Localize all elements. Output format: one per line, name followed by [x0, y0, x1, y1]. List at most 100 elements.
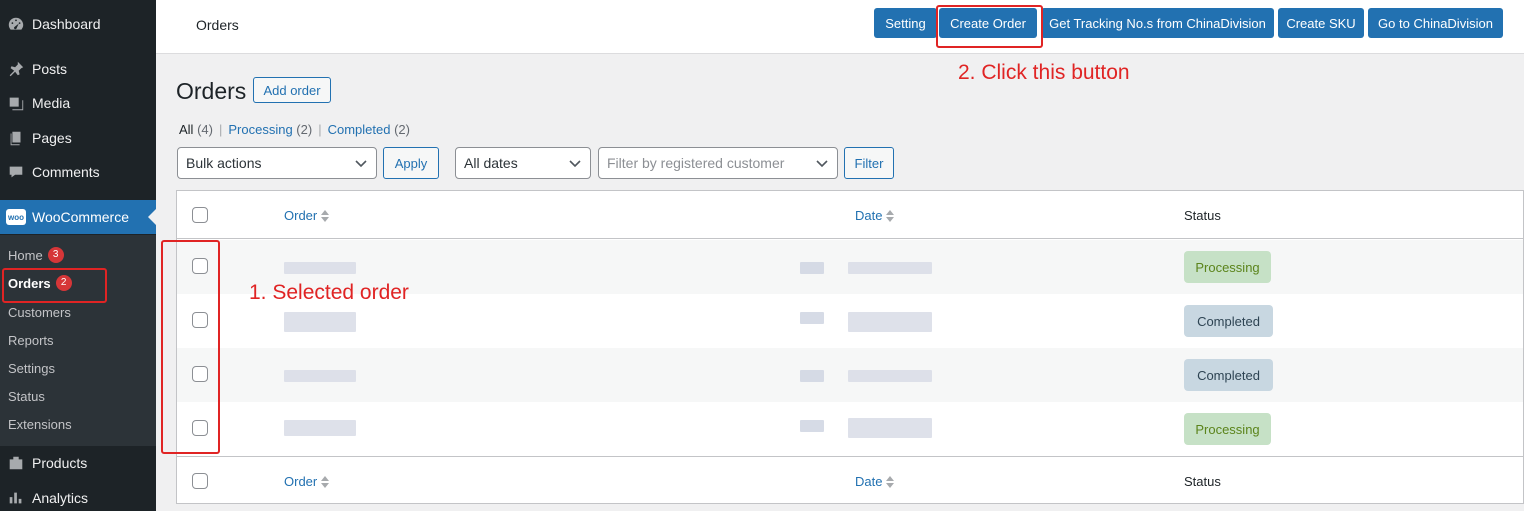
column-status-footer: Status [1184, 474, 1221, 489]
submenu-item-home[interactable]: Home 3 [8, 245, 64, 265]
status-badge: Completed [1184, 305, 1273, 337]
woo-icon: woo [6, 209, 26, 225]
redacted-date [848, 418, 932, 438]
column-label: Date [855, 474, 883, 489]
sidebar-item-label: WooCommerce [32, 209, 129, 225]
orders-menu-highlight-box [2, 268, 107, 303]
view-completed-link[interactable]: Completed (2) [328, 122, 410, 137]
comment-icon [6, 162, 26, 182]
column-label: Date [855, 208, 883, 223]
view-label: Completed [327, 122, 391, 137]
submenu-label: Home [8, 247, 43, 263]
status-badge: Processing [1184, 251, 1271, 283]
admin-sidebar: Dashboard Posts Media Pages Comments woo… [0, 0, 156, 511]
pin-icon [6, 59, 26, 79]
sidebar-item-dashboard[interactable]: Dashboard [0, 7, 156, 41]
sidebar-item-label: Comments [32, 164, 100, 180]
column-label: Order [284, 208, 318, 223]
redacted-order-number [284, 312, 356, 332]
redacted-order-number [284, 262, 356, 274]
filter-button[interactable]: Filter [844, 147, 894, 179]
sidebar-item-label: Products [32, 455, 88, 471]
table-footer: Order Date Status [177, 456, 1523, 505]
sidebar-item-label: Pages [32, 130, 72, 146]
sidebar-item-label: Dashboard [32, 16, 101, 32]
customer-filter-select[interactable]: Filter by registered customer [598, 147, 838, 179]
create-order-highlight-box [936, 5, 1043, 48]
woocommerce-submenu: Home 3 Orders 2 Customers Reports Settin… [0, 235, 156, 446]
redacted-preview [800, 312, 824, 324]
submenu-item-status[interactable]: Status [8, 386, 45, 406]
view-count: (2) [296, 122, 313, 137]
click-instruction-annotation: 2. Click this button [958, 61, 1130, 84]
sidebar-item-pages[interactable]: Pages [0, 121, 156, 155]
redacted-preview [800, 370, 824, 382]
column-order-sort-footer[interactable]: Order [284, 474, 330, 489]
sort-icon [321, 475, 330, 488]
media-icon [6, 93, 26, 113]
submenu-item-settings[interactable]: Settings [8, 358, 55, 378]
setting-button[interactable]: Setting [874, 8, 937, 38]
table-row[interactable]: Processing [177, 402, 1523, 456]
view-all-link[interactable]: All (4) [179, 122, 213, 137]
status-filter-links: All (4) | Processing (2) | Completed (2) [179, 122, 410, 137]
bulk-actions-select[interactable]: Bulk actions [177, 147, 377, 179]
sidebar-item-label: Posts [32, 61, 68, 77]
get-tracking-button[interactable]: Get Tracking No.s from ChinaDivision [1041, 8, 1274, 38]
analytics-icon [6, 488, 26, 508]
select-value: Bulk actions [186, 155, 262, 171]
sidebar-item-label: Media [32, 95, 71, 111]
sort-icon [321, 209, 330, 222]
submenu-item-extensions[interactable]: Extensions [8, 414, 72, 434]
selected-orders-highlight-box [161, 240, 220, 454]
separator: | [218, 122, 223, 137]
page-title: Orders [196, 17, 239, 33]
top-bar: Orders Setting Create Order Get Tracking… [156, 0, 1524, 54]
view-label: All [179, 122, 194, 137]
redacted-date [848, 370, 932, 382]
sidebar-item-products[interactable]: Products [0, 446, 156, 480]
sidebar-item-analytics[interactable]: Analytics [0, 481, 156, 511]
chevron-down-icon [569, 160, 581, 168]
view-processing-link[interactable]: Processing (2) [228, 122, 312, 137]
sidebar-item-media[interactable]: Media [0, 86, 156, 120]
redacted-order-number [284, 370, 356, 382]
go-to-chinadivision-button[interactable]: Go to ChinaDivision [1368, 8, 1503, 38]
chevron-down-icon [355, 160, 367, 168]
redacted-preview [800, 262, 824, 274]
submenu-item-reports[interactable]: Reports [8, 330, 54, 350]
view-count: (4) [197, 122, 213, 137]
column-label: Order [284, 474, 318, 489]
column-date-sort-footer[interactable]: Date [855, 474, 895, 489]
submenu-item-customers[interactable]: Customers [8, 302, 71, 322]
selected-order-annotation: 1. Selected order [249, 281, 409, 304]
create-sku-button[interactable]: Create SKU [1278, 8, 1364, 38]
sidebar-item-woocommerce[interactable]: woo WooCommerce [0, 200, 156, 234]
redacted-date [848, 262, 932, 274]
date-filter-select[interactable]: All dates [455, 147, 591, 179]
sort-icon [886, 475, 895, 488]
sidebar-item-posts[interactable]: Posts [0, 52, 156, 86]
select-all-checkbox[interactable] [192, 207, 208, 223]
page-heading: Orders [176, 78, 247, 104]
column-status: Status [1184, 208, 1221, 223]
select-value: All dates [464, 155, 518, 171]
redacted-preview [800, 420, 824, 432]
status-badge: Processing [1184, 413, 1271, 445]
redacted-date [848, 312, 932, 332]
status-badge: Completed [1184, 359, 1273, 391]
apply-button[interactable]: Apply [383, 147, 439, 179]
view-count: (2) [394, 122, 410, 137]
sidebar-item-comments[interactable]: Comments [0, 155, 156, 189]
pages-icon [6, 128, 26, 148]
table-row[interactable]: Completed [177, 348, 1523, 402]
home-count-badge: 3 [47, 247, 64, 263]
orders-table: Order Date Status Processing Completed C… [176, 190, 1524, 504]
select-all-checkbox-footer[interactable] [192, 473, 208, 489]
chevron-down-icon [816, 160, 828, 168]
column-date-sort[interactable]: Date [855, 208, 895, 223]
add-order-button[interactable]: Add order [253, 77, 331, 103]
products-icon [6, 453, 26, 473]
current-menu-arrow [148, 209, 156, 225]
column-order-sort[interactable]: Order [284, 208, 330, 223]
